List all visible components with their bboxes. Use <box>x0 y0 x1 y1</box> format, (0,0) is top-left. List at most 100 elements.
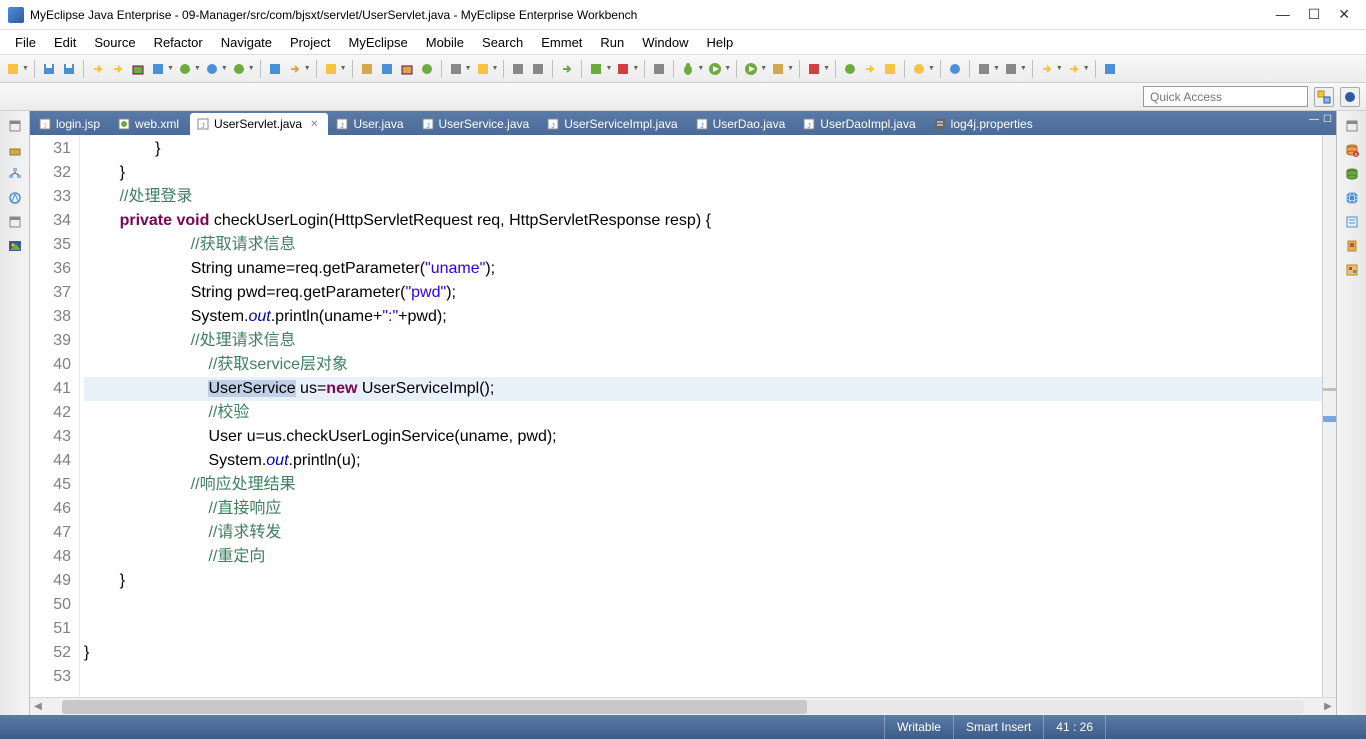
restore-view-icon-3[interactable] <box>1343 117 1361 135</box>
browser-icon[interactable] <box>203 60 221 78</box>
dropdown-arrow-icon[interactable]: ▼ <box>221 65 228 72</box>
code-line[interactable]: UserService us=new UserServiceImpl(); <box>84 377 1322 401</box>
horizontal-scrollbar[interactable]: ◀ ▶ <box>30 697 1336 715</box>
package-explorer-icon[interactable] <box>6 141 24 159</box>
menu-refactor[interactable]: Refactor <box>145 32 212 53</box>
menu-source[interactable]: Source <box>85 32 144 53</box>
editor-tab[interactable]: JUserDao.java <box>689 113 796 135</box>
menu-window[interactable]: Window <box>633 32 697 53</box>
code-line[interactable]: } <box>84 641 1322 665</box>
save-all-icon[interactable] <box>60 60 78 78</box>
dropdown-arrow-icon[interactable]: ▼ <box>248 65 255 72</box>
db-icon[interactable] <box>1343 165 1361 183</box>
new-icon[interactable] <box>4 60 22 78</box>
menu-edit[interactable]: Edit <box>45 32 85 53</box>
team-icon[interactable] <box>841 60 859 78</box>
code-line[interactable]: User u=us.checkUserLoginService(uname, p… <box>84 425 1322 449</box>
minimap-icon[interactable] <box>1343 237 1361 255</box>
new-project-icon[interactable] <box>322 60 340 78</box>
shrink-icon[interactable] <box>614 60 632 78</box>
abbrev-icon[interactable] <box>587 60 605 78</box>
close-button[interactable]: ✕ <box>1338 6 1350 23</box>
dropdown-arrow-icon[interactable]: ▼ <box>993 65 1000 72</box>
editor-tab[interactable]: web.xml <box>111 113 189 135</box>
dropdown-arrow-icon[interactable]: ▼ <box>1020 65 1027 72</box>
hierarchy-icon[interactable] <box>447 60 465 78</box>
menu-file[interactable]: File <box>6 32 45 53</box>
maximize-editor-icon[interactable]: ☐ <box>1323 114 1332 125</box>
editor-tab[interactable]: JUserService.java <box>415 113 540 135</box>
deploy-icon[interactable] <box>129 60 147 78</box>
dropdown-arrow-icon[interactable]: ▼ <box>167 65 174 72</box>
minimize-button[interactable]: — <box>1276 6 1290 23</box>
code-line[interactable]: private void checkUserLogin(HttpServletR… <box>84 209 1322 233</box>
dropdown-arrow-icon[interactable]: ▼ <box>724 65 731 72</box>
code-line[interactable]: //请求转发 <box>84 521 1322 545</box>
close-tab-icon[interactable]: ✕ <box>310 119 318 130</box>
wrap-icon[interactable] <box>558 60 576 78</box>
coverage-icon[interactable] <box>769 60 787 78</box>
dropdown-arrow-icon[interactable]: ▼ <box>823 65 830 72</box>
code-line[interactable]: //校验 <box>84 401 1322 425</box>
snippets-icon[interactable] <box>1343 261 1361 279</box>
search2-icon[interactable] <box>946 60 964 78</box>
menu-run[interactable]: Run <box>591 32 633 53</box>
dropdown-arrow-icon[interactable]: ▼ <box>194 65 201 72</box>
dropdown-arrow-icon[interactable]: ▼ <box>632 65 639 72</box>
cut-icon[interactable] <box>509 60 527 78</box>
refresh-icon[interactable] <box>286 60 304 78</box>
editor-tab[interactable]: log4j.properties <box>927 113 1043 135</box>
dropdown-arrow-icon[interactable]: ▼ <box>605 65 612 72</box>
run-icon[interactable] <box>706 60 724 78</box>
code-line[interactable]: //重定向 <box>84 545 1322 569</box>
editor-tab[interactable]: JUserServlet.java✕ <box>190 113 328 135</box>
open-type-icon[interactable] <box>378 60 396 78</box>
code-area[interactable]: } } //处理登录 private void checkUserLogin(H… <box>80 135 1322 697</box>
run-last-icon[interactable] <box>742 60 760 78</box>
menu-help[interactable]: Help <box>698 32 743 53</box>
code-line[interactable] <box>84 665 1322 689</box>
code-line[interactable]: //处理登录 <box>84 185 1322 209</box>
code-line[interactable] <box>84 593 1322 617</box>
code-line[interactable]: String pwd=req.getParameter("pwd"); <box>84 281 1322 305</box>
ext-tools-icon[interactable] <box>805 60 823 78</box>
annotation-icon[interactable] <box>975 60 993 78</box>
undo-icon[interactable] <box>89 60 107 78</box>
copy-icon[interactable] <box>529 60 547 78</box>
dropdown-arrow-icon[interactable]: ▼ <box>1083 65 1090 72</box>
redo-icon[interactable] <box>109 60 127 78</box>
editor-tab[interactable]: JUserServiceImpl.java <box>540 113 687 135</box>
debug-icon[interactable] <box>679 60 697 78</box>
code-line[interactable]: } <box>84 161 1322 185</box>
dropdown-arrow-icon[interactable]: ▼ <box>928 65 935 72</box>
pin-icon[interactable] <box>650 60 668 78</box>
dropdown-arrow-icon[interactable]: ▼ <box>697 65 704 72</box>
dropdown-arrow-icon[interactable]: ▼ <box>22 65 29 72</box>
dropdown-arrow-icon[interactable]: ▼ <box>492 65 499 72</box>
code-line[interactable]: String uname=req.getParameter("uname"); <box>84 257 1322 281</box>
code-line[interactable]: //处理请求信息 <box>84 329 1322 353</box>
last-edit-icon[interactable] <box>1101 60 1119 78</box>
commit-icon[interactable] <box>881 60 899 78</box>
editor-tab[interactable]: JUserDaoImpl.java <box>796 113 925 135</box>
minimize-editor-icon[interactable]: — <box>1309 114 1319 125</box>
stop-server-icon[interactable] <box>176 60 194 78</box>
editor-tab[interactable]: Jlogin.jsp <box>32 113 110 135</box>
dropdown-arrow-icon[interactable]: ▼ <box>1056 65 1063 72</box>
import-icon[interactable] <box>474 60 492 78</box>
code-line[interactable]: } <box>84 569 1322 593</box>
class-icon[interactable] <box>418 60 436 78</box>
java-ee-perspective-button[interactable] <box>1340 87 1360 107</box>
dropdown-arrow-icon[interactable]: ▼ <box>304 65 311 72</box>
outline-icon[interactable] <box>1343 213 1361 231</box>
save-icon[interactable] <box>40 60 58 78</box>
code-line[interactable]: } <box>84 137 1322 161</box>
editor-tab[interactable]: JUser.java <box>329 113 413 135</box>
globe-icon[interactable] <box>1343 189 1361 207</box>
type-hierarchy-icon[interactable] <box>6 165 24 183</box>
code-line[interactable]: //获取请求信息 <box>84 233 1322 257</box>
db-browser-icon[interactable]: x <box>1343 141 1361 159</box>
code-line[interactable]: //获取service层对象 <box>84 353 1322 377</box>
next-annotation-icon[interactable] <box>1002 60 1020 78</box>
menu-navigate[interactable]: Navigate <box>212 32 281 53</box>
